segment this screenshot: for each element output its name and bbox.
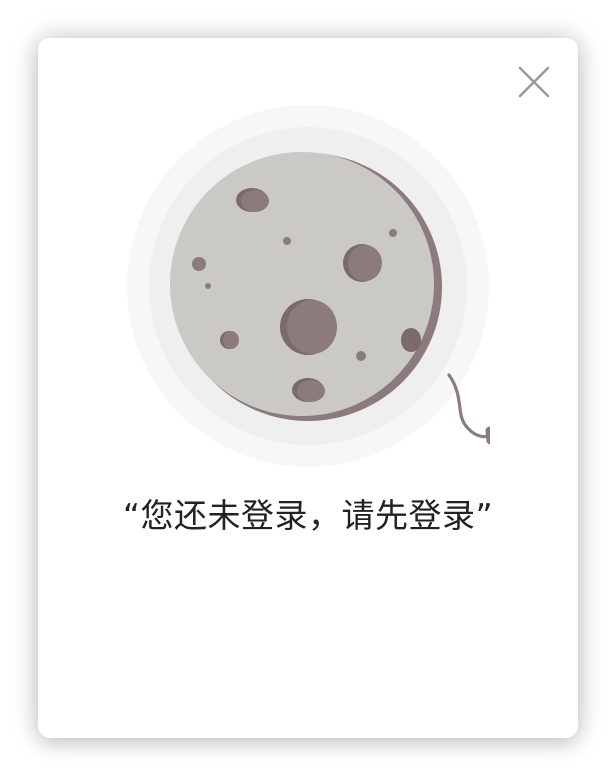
close-icon	[518, 66, 550, 98]
page-backdrop: “您还未登录，请先登录”	[0, 0, 616, 776]
unplugged-moon-icon	[127, 105, 516, 467]
login-required-message: “您还未登录，请先登录”	[122, 496, 494, 535]
login-required-dialog: “您还未登录，请先登录”	[38, 38, 578, 738]
close-button[interactable]	[516, 64, 552, 100]
unplugged-moon-illustration	[126, 104, 516, 468]
